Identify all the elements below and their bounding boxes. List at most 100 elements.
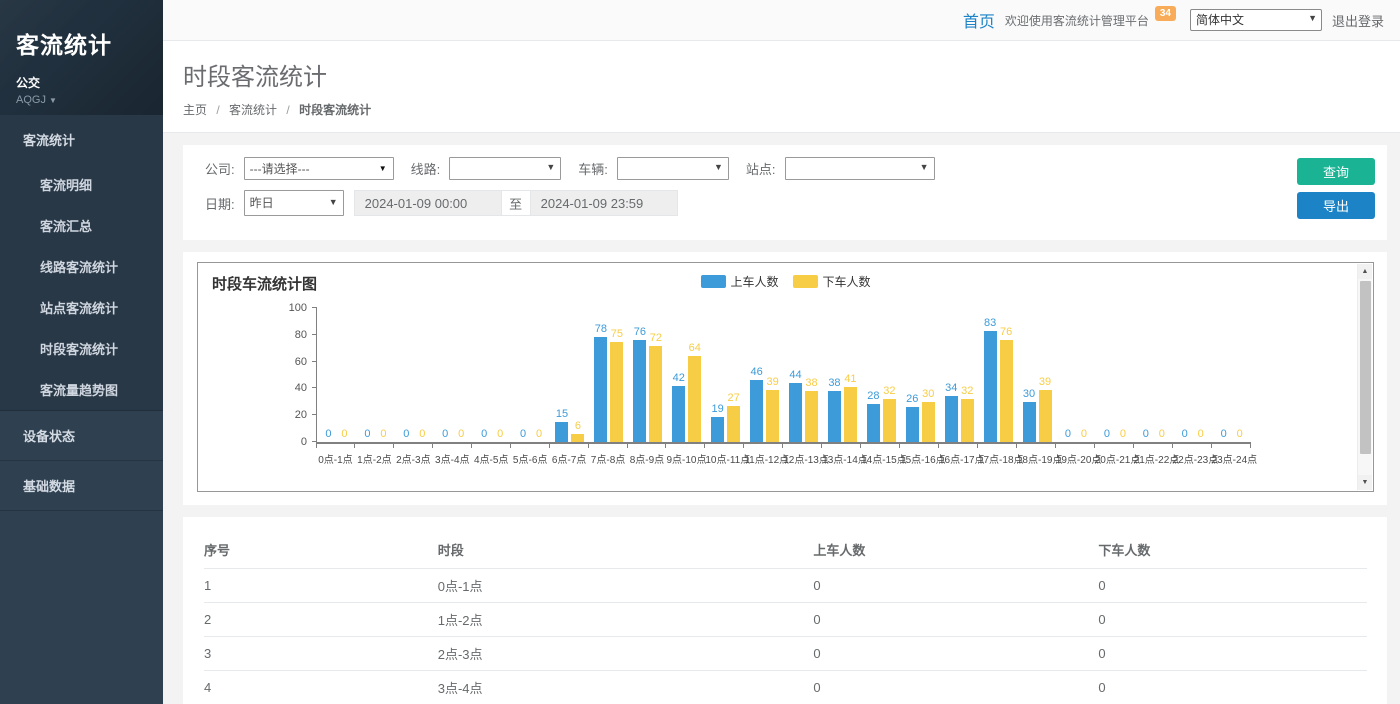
date-preset-select[interactable]: 昨日 bbox=[244, 190, 344, 216]
bar bbox=[766, 390, 779, 442]
legend-item-下车人数[interactable]: 下车人数 bbox=[793, 273, 871, 290]
date-from-input[interactable] bbox=[354, 190, 502, 216]
x-tick-label: 14点-15点 bbox=[861, 451, 900, 466]
bar-value-label: 39 bbox=[1030, 376, 1060, 388]
home-link[interactable]: 首页 bbox=[963, 8, 995, 32]
bar-group: 3432 bbox=[940, 308, 979, 442]
table-row: 32点-3点00 bbox=[204, 637, 1367, 671]
sidebar-subitem-站点客流统计[interactable]: 站点客流统计 bbox=[0, 287, 163, 328]
bar bbox=[867, 404, 880, 442]
table-cell: 2点-3点 bbox=[438, 637, 814, 671]
language-select[interactable]: 简体中文 bbox=[1190, 9, 1322, 31]
sidebar-subitem-线路客流统计[interactable]: 线路客流统计 bbox=[0, 246, 163, 287]
bar-group: 7672 bbox=[628, 308, 667, 442]
filter-panel: 公司: ---请选择--- ▼ 线路: ▼ 车辆: ▼ 站点: bbox=[183, 145, 1387, 240]
table-cell: 0 bbox=[813, 569, 1098, 603]
x-tick-label: 19点-20点 bbox=[1056, 451, 1095, 466]
x-tick-label: 3点-4点 bbox=[433, 451, 472, 466]
x-tick-label: 2点-3点 bbox=[394, 451, 433, 466]
content-area: 公司: ---请选择--- ▼ 线路: ▼ 车辆: ▼ 站点: bbox=[163, 133, 1400, 704]
date-label: 日期: bbox=[205, 194, 235, 213]
sidebar: 客流统计 公交 AQGJ ▼ 客流统计客流明细客流汇总线路客流统计站点客流统计时… bbox=[0, 0, 163, 704]
bar-group: 00 bbox=[1134, 308, 1173, 442]
company-select[interactable]: ---请选择--- bbox=[244, 157, 394, 180]
bar-group: 00 bbox=[356, 308, 395, 442]
chart-panel: 时段车流统计图 上车人数下车人数 00000000000015678757672… bbox=[183, 252, 1387, 505]
y-tick-label: 80 bbox=[267, 329, 307, 341]
table-cell: 4 bbox=[204, 671, 438, 704]
breadcrumb-section[interactable]: 客流统计 bbox=[229, 103, 277, 117]
bar-value-label: 64 bbox=[680, 342, 710, 354]
bar-value-label: 32 bbox=[952, 385, 982, 397]
x-tick-label: 16点-17点 bbox=[939, 451, 978, 466]
bar bbox=[610, 342, 623, 443]
x-tick-label: 12点-13点 bbox=[783, 451, 822, 466]
bar-group: 7875 bbox=[589, 308, 628, 442]
scroll-up-arrow-icon[interactable]: ▲ bbox=[1358, 264, 1372, 279]
bar-group: 00 bbox=[317, 308, 356, 442]
y-tick-label: 100 bbox=[267, 302, 307, 314]
query-button[interactable]: 查询 bbox=[1297, 158, 1375, 185]
sidebar-subitem-客流量趋势图[interactable]: 客流量趋势图 bbox=[0, 369, 163, 410]
logout-link[interactable]: 退出登录 bbox=[1332, 11, 1384, 30]
vehicle-select[interactable] bbox=[617, 157, 729, 180]
table-cell: 0 bbox=[1098, 603, 1367, 637]
bar bbox=[672, 386, 685, 442]
x-tick-label: 20点-21点 bbox=[1095, 451, 1134, 466]
bar-group: 2832 bbox=[862, 308, 901, 442]
chart-x-labels: 0点-1点1点-2点2点-3点3点-4点4点-5点5点-6点6点-7点7点-8点… bbox=[316, 448, 1251, 466]
bar bbox=[571, 434, 584, 442]
table-header-上车人数: 上车人数 bbox=[813, 531, 1098, 569]
station-select[interactable] bbox=[785, 157, 935, 180]
x-tick-label: 9点-10点 bbox=[666, 451, 705, 466]
export-button[interactable]: 导出 bbox=[1297, 192, 1375, 219]
x-tick-label: 15点-16点 bbox=[900, 451, 939, 466]
chart-x-axis bbox=[316, 442, 1251, 448]
table-cell: 0 bbox=[813, 637, 1098, 671]
table-cell: 0 bbox=[1098, 671, 1367, 704]
sidebar-item-设备状态[interactable]: 设备状态 bbox=[0, 411, 163, 460]
notification-badge[interactable]: 34 bbox=[1155, 6, 1176, 21]
user-dropdown[interactable]: AQGJ ▼ bbox=[16, 94, 147, 106]
bar-group: 156 bbox=[551, 308, 590, 442]
sidebar-subitem-时段客流统计[interactable]: 时段客流统计 bbox=[0, 328, 163, 369]
bar-value-label: 72 bbox=[641, 332, 671, 344]
sidebar-subitem-客流汇总[interactable]: 客流汇总 bbox=[0, 205, 163, 246]
legend-swatch-icon bbox=[700, 275, 725, 288]
legend-item-上车人数[interactable]: 上车人数 bbox=[700, 273, 778, 290]
bar-group: 00 bbox=[1095, 308, 1134, 442]
breadcrumb-separator: / bbox=[216, 103, 219, 117]
sidebar-item-基础数据[interactable]: 基础数据 bbox=[0, 461, 163, 510]
station-label: 站点: bbox=[746, 159, 776, 178]
bar-group: 00 bbox=[434, 308, 473, 442]
bar-value-label: 41 bbox=[835, 373, 865, 385]
bar-group: 3841 bbox=[823, 308, 862, 442]
bar-value-label: 6 bbox=[563, 420, 593, 432]
bar-group: 8376 bbox=[979, 308, 1018, 442]
date-to-input[interactable] bbox=[530, 190, 678, 216]
line-select[interactable] bbox=[449, 157, 561, 180]
x-tick-label: 0点-1点 bbox=[316, 451, 355, 466]
table-cell: 0 bbox=[813, 671, 1098, 704]
line-label: 线路: bbox=[411, 159, 441, 178]
sidebar-item-客流统计[interactable]: 客流统计 bbox=[0, 115, 163, 164]
bar-group: 00 bbox=[512, 308, 551, 442]
x-tick-label: 22点-23点 bbox=[1173, 451, 1212, 466]
company-label: 公司: bbox=[205, 159, 235, 178]
table-row: 10点-1点00 bbox=[204, 569, 1367, 603]
sidebar-subitem-客流明细[interactable]: 客流明细 bbox=[0, 164, 163, 205]
sidebar-menu: 客流统计客流明细客流汇总线路客流统计站点客流统计时段客流统计客流量趋势图设备状态… bbox=[0, 115, 163, 511]
bar-group: 2630 bbox=[901, 308, 940, 442]
bar-group: 00 bbox=[1173, 308, 1212, 442]
scrollbar-thumb[interactable] bbox=[1360, 281, 1371, 454]
org-name: 公交 bbox=[16, 74, 147, 91]
table-row: 43点-4点00 bbox=[204, 671, 1367, 704]
breadcrumb-home[interactable]: 主页 bbox=[183, 103, 207, 117]
table-panel: 序号时段上车人数下车人数 10点-1点0021点-2点0032点-3点0043点… bbox=[183, 517, 1387, 704]
x-tick-label: 18点-19点 bbox=[1017, 451, 1056, 466]
bar-group: 1927 bbox=[706, 308, 745, 442]
table-cell: 0 bbox=[1098, 637, 1367, 671]
x-tick-label: 1点-2点 bbox=[355, 451, 394, 466]
scroll-down-arrow-icon[interactable]: ▼ bbox=[1358, 475, 1372, 490]
bar bbox=[883, 399, 896, 442]
